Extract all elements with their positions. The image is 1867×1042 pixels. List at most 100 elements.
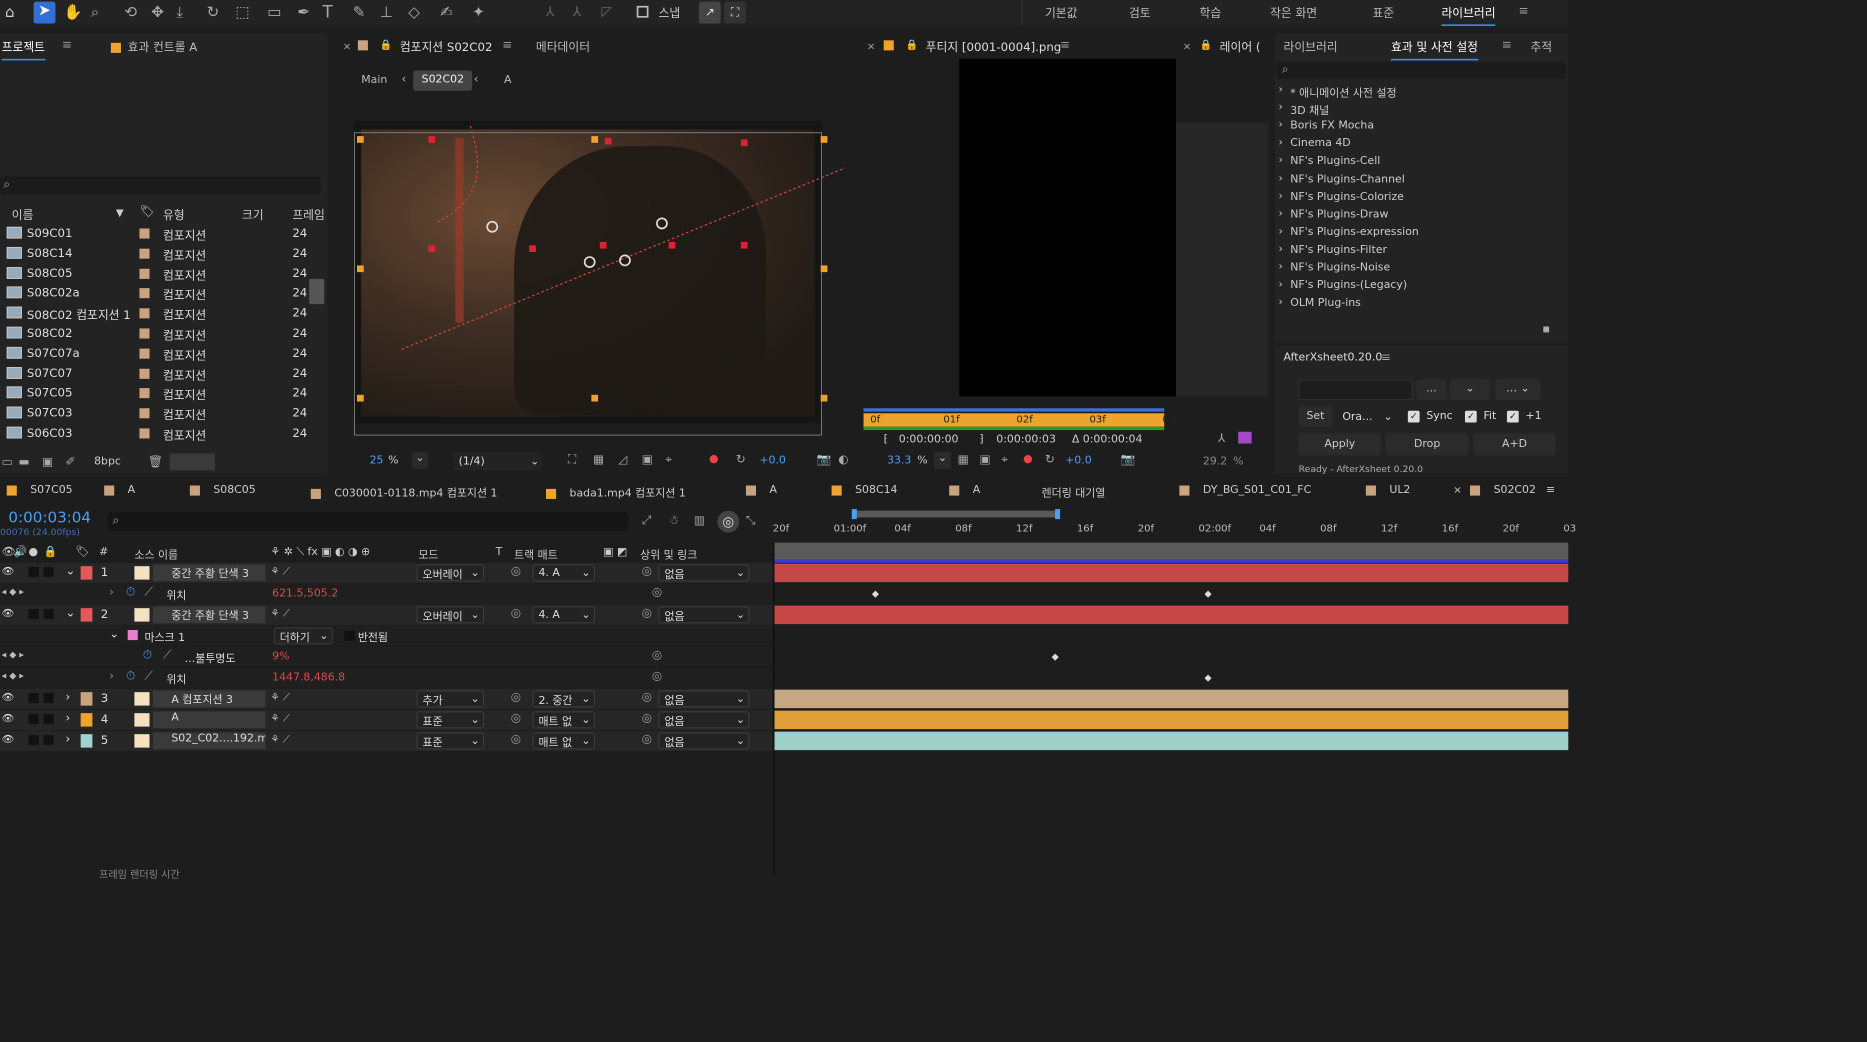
- timeline-tab[interactable]: 렌더링 대기열: [1042, 484, 1106, 501]
- visibility-icon[interactable]: 👁: [2, 712, 15, 724]
- keyframe-nav-icon[interactable]: ◂ ◆ ▸: [2, 649, 24, 660]
- library-tab[interactable]: 라이브러리: [1284, 39, 1338, 56]
- timeline-tab[interactable]: A: [745, 484, 777, 501]
- axs-set-button[interactable]: Set: [1298, 406, 1333, 427]
- mode-dropdown[interactable]: 오버레이 ⌄: [416, 564, 484, 582]
- mode-dropdown[interactable]: 표준 ⌄: [416, 711, 484, 729]
- guides-icon[interactable]: ⌖: [665, 453, 672, 466]
- label-col-icon[interactable]: 🏷: [139, 205, 154, 218]
- col-size[interactable]: 크기: [242, 207, 264, 224]
- parent-dropdown[interactable]: 없음 ⌄: [658, 564, 750, 582]
- close-tab-icon[interactable]: ×: [1453, 484, 1461, 496]
- effects-presets-tab[interactable]: 효과 및 사전 설정: [1391, 39, 1478, 61]
- comp-tab-label[interactable]: 컴포지션 S02C02: [400, 39, 493, 56]
- keyframe-icon[interactable]: ◆: [1052, 651, 1059, 662]
- project-search-input[interactable]: ⌕: [0, 176, 321, 195]
- project-item[interactable]: S08C14 컴포지션 24: [0, 245, 311, 264]
- switch-icons[interactable]: ⚘ ⟋: [270, 565, 289, 578]
- graph-icon[interactable]: ⟋: [144, 669, 152, 682]
- home-icon[interactable]: ⌂: [5, 3, 15, 21]
- snap-edges-icon[interactable]: ↗: [698, 1, 721, 24]
- switch-icons[interactable]: ⚘ ⟋: [270, 691, 289, 704]
- effects-category[interactable]: › NF's Plugins-(Legacy): [1275, 277, 1561, 294]
- lock-box[interactable]: [43, 609, 54, 620]
- work-end-marker[interactable]: [1055, 509, 1061, 520]
- matte-dropdown[interactable]: 4. A ⌄: [532, 606, 595, 624]
- axs-dropdown-1[interactable]: ⌄: [1449, 379, 1491, 400]
- footage-end[interactable]: 0:00:00:03: [996, 433, 1056, 446]
- keyframe-nav-icon[interactable]: ◂ ◆ ▸: [2, 586, 24, 597]
- comp-mini-flowchart-icon[interactable]: ⤢: [642, 514, 651, 527]
- axs-dropdown-2[interactable]: … ⌄: [1495, 379, 1541, 400]
- reset-exposure-icon[interactable]: ↻: [1045, 453, 1055, 466]
- property-value[interactable]: 1447.8,486.8: [272, 671, 345, 684]
- exposure-value[interactable]: +0.0: [759, 454, 786, 467]
- pickwhip-icon[interactable]: ◎: [642, 564, 652, 577]
- spiral-icon[interactable]: ◎: [511, 732, 521, 745]
- move-down-icon[interactable]: ⤓: [176, 3, 183, 21]
- col-parent[interactable]: 상위 및 링크: [640, 546, 697, 562]
- switch-icons[interactable]: ⚘ ⟋: [270, 607, 289, 620]
- parent-dropdown[interactable]: 없음 ⌄: [658, 690, 750, 708]
- undo-rotate-icon[interactable]: ↻: [207, 3, 220, 21]
- lock-icon[interactable]: 🔒: [906, 39, 919, 51]
- workspace-library[interactable]: 라이브러리: [1441, 4, 1496, 27]
- transparency-grid-icon[interactable]: ▦: [593, 453, 604, 466]
- work-start-marker[interactable]: [851, 509, 857, 520]
- fit-checkbox[interactable]: ✓: [1464, 410, 1477, 423]
- layer-row[interactable]: 👁 › 3 A 컴포지션 3 ⚘ ⟋ 추가 ⌄ ◎ 2. 중간 ⌄ ◎ 없음 ⌄: [0, 688, 773, 709]
- comp-tab[interactable]: [357, 39, 375, 52]
- timeline-tab[interactable]: bada1.mp4 컴포지션 1: [546, 484, 686, 501]
- shy-icon[interactable]: ☃: [669, 514, 680, 527]
- parent-dropdown[interactable]: 없음 ⌄: [658, 606, 750, 624]
- pickwhip-icon[interactable]: ◎: [642, 732, 652, 745]
- crumb-chevron-icon[interactable]: ‹: [474, 72, 479, 85]
- keyframe-icon[interactable]: ◆: [1205, 588, 1212, 599]
- trash-icon[interactable]: 🗑: [148, 455, 163, 468]
- zoom-dropdown-icon[interactable]: ⌄: [411, 451, 429, 469]
- effects-category[interactable]: › NF's Plugins-Channel: [1275, 171, 1561, 188]
- project-item[interactable]: S08C02a 컴포지션 24: [0, 285, 311, 304]
- footage-menu-icon[interactable]: ≡: [1060, 39, 1070, 52]
- col-track-matte[interactable]: 트랙 매트: [514, 546, 558, 562]
- footage-viewer[interactable]: [959, 58, 1185, 397]
- layer-name[interactable]: 중간 주황 단색 3: [152, 564, 266, 582]
- project-item[interactable]: S07C05 컴포지션 24: [0, 385, 311, 404]
- layer-zoom[interactable]: 29.2: [1203, 455, 1227, 468]
- resolution-dropdown[interactable]: (1/4) ⌄: [453, 451, 543, 471]
- spiral-icon[interactable]: ◎: [511, 564, 521, 577]
- in-point-icon[interactable]: ⁅: [884, 433, 888, 446]
- effects-category[interactable]: › NF's Plugins-Draw: [1275, 206, 1561, 223]
- axs-menu-icon[interactable]: ≡: [1381, 351, 1391, 364]
- project-tab[interactable]: 프로젝트: [1, 39, 45, 61]
- solo-box[interactable]: [28, 714, 39, 725]
- crumb-current[interactable]: S02C02: [413, 70, 473, 91]
- effects-category[interactable]: › NF's Plugins-Cell: [1275, 153, 1561, 170]
- interpret-icon[interactable]: ▭: [2, 455, 13, 468]
- visibility-icon[interactable]: 👁: [2, 733, 15, 745]
- anchor-tool-icon[interactable]: ✥: [151, 3, 164, 21]
- spiral-icon[interactable]: ◎: [511, 690, 521, 703]
- effects-category[interactable]: › * 애니메이션 사전 설정: [1275, 82, 1561, 100]
- project-item[interactable]: S07C03 컴포지션 24: [0, 405, 311, 424]
- snap-checkbox[interactable]: [636, 5, 649, 18]
- effects-category[interactable]: › Boris FX Mocha: [1275, 118, 1561, 135]
- zoom-dropdown-icon[interactable]: ⌄: [934, 451, 951, 469]
- mask-name[interactable]: 마스크 1: [144, 628, 185, 645]
- label-swatch[interactable]: [80, 566, 93, 580]
- channels-icon[interactable]: ●: [1023, 453, 1033, 466]
- pen-tool-icon[interactable]: ✒: [297, 3, 310, 21]
- pickwhip-icon[interactable]: ◎: [642, 606, 652, 619]
- layer-name[interactable]: S02_C02....192.mp4: [152, 732, 266, 750]
- axs-apply-button[interactable]: Apply: [1298, 433, 1381, 456]
- lock-box[interactable]: [43, 567, 54, 578]
- col-type[interactable]: 유형: [163, 207, 185, 224]
- project-item[interactable]: S09C01 컴포지션 24: [0, 225, 311, 244]
- project-item[interactable]: S08C02 컴포지션 1 컴포지션 24: [0, 305, 311, 324]
- layer-name[interactable]: A: [152, 711, 266, 729]
- comp-canvas[interactable]: [354, 120, 822, 424]
- workspace-small-screen[interactable]: 작은 화면: [1270, 4, 1317, 21]
- brush-icon[interactable]: ✐: [66, 455, 76, 468]
- axs-more-button[interactable]: ...: [1416, 379, 1447, 400]
- out-point-icon[interactable]: ⁆: [979, 433, 983, 446]
